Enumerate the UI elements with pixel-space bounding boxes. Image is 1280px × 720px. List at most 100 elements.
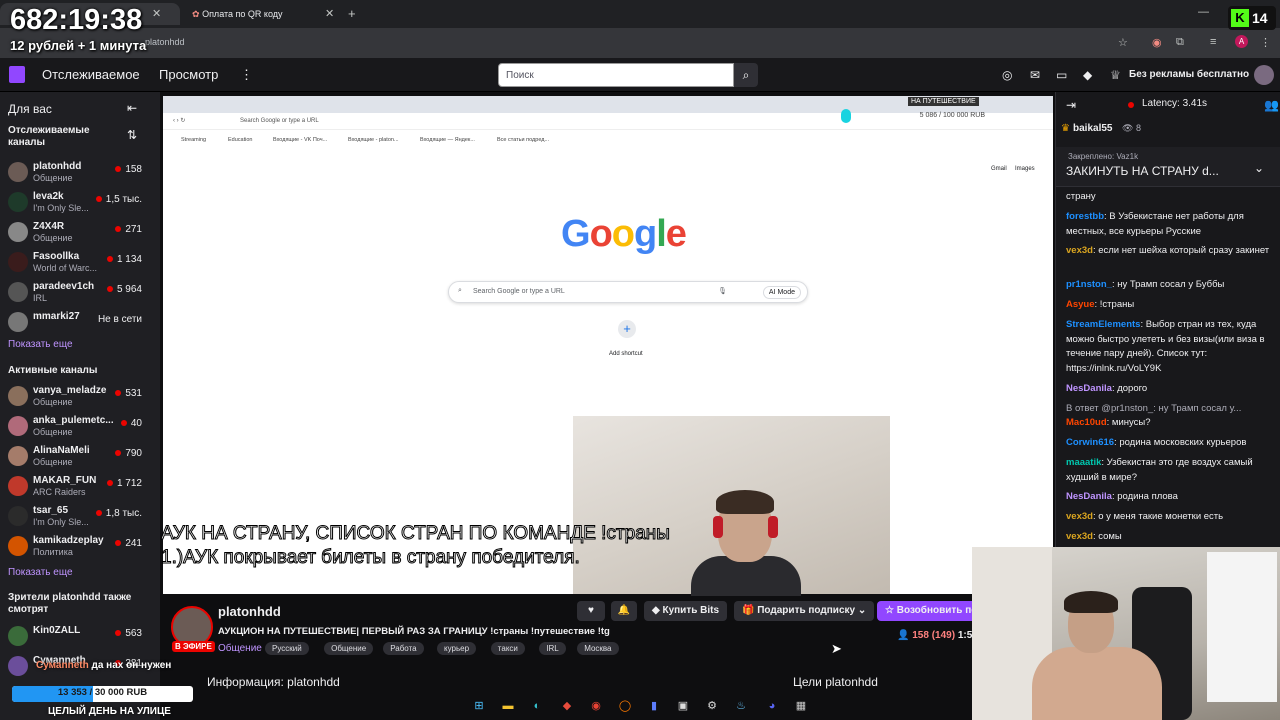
pinned-message[interactable]: Закреплено: Vaz1k ЗАКИНУТЬ НА СТРАНУ d..…: [1056, 147, 1280, 187]
menu-kebab-icon[interactable]: ⋮: [1260, 36, 1271, 49]
media-icon[interactable]: ≡: [1210, 36, 1216, 48]
obs-icon[interactable]: ▣: [674, 697, 692, 715]
stream-tag[interactable]: Москва: [577, 642, 619, 655]
user-avatar[interactable]: [1254, 65, 1274, 85]
sort-icon[interactable]: ⇅: [127, 128, 137, 142]
collapse-sidebar-icon[interactable]: ⇤: [127, 101, 137, 115]
chat-message[interactable]: forestbb: В Узбекистане нет работы для м…: [1066, 210, 1276, 239]
new-tab-icon[interactable]: +: [348, 6, 356, 21]
browser-address-bar[interactable]: platonhdd ☆ ◉ ⧉ ≡ A ⋮: [0, 28, 1280, 58]
sidebar-channel[interactable]: kamikadzeplay Политика 241: [0, 532, 150, 562]
windows-start-icon[interactable]: ⊞: [470, 697, 488, 715]
chat-message[interactable]: В ответ @pr1nston_: ну Трамп сосал у...: [1066, 402, 1276, 417]
drops-icon[interactable]: ◎: [1002, 68, 1012, 82]
bookmark-star-icon[interactable]: ☆: [1118, 36, 1128, 49]
sidebar-channel[interactable]: anka_pulemetc... Общение 40: [0, 412, 150, 442]
chat-message[interactable]: vex3d: сомы: [1066, 530, 1276, 545]
users-icon[interactable]: 👥: [1264, 98, 1279, 112]
chat-message[interactable]: pr1nston_: ну Трамп сосал у Буббы: [1066, 278, 1276, 293]
chat-message[interactable]: NesDanila: дорого: [1066, 382, 1276, 397]
chat-message[interactable]: vex3d: о у меня такие монетки есть: [1066, 510, 1276, 525]
chat-message[interactable]: maaatik: Узбекистан это где воздух самый…: [1066, 456, 1276, 485]
sidebar-channel[interactable]: platonhdd Общение 158: [0, 158, 150, 188]
stream-tag[interactable]: IRL: [539, 642, 566, 655]
chat-username[interactable]: forestbb: [1066, 211, 1104, 222]
chat-message[interactable]: NesDanila: родина плова: [1066, 490, 1276, 505]
extensions-puzzle-icon[interactable]: ⧉: [1176, 36, 1184, 49]
minimize-icon[interactable]: —: [1198, 6, 1209, 18]
profile-avatar[interactable]: A: [1235, 35, 1248, 48]
stream-tag[interactable]: Русский: [265, 642, 309, 655]
stream-tag[interactable]: курьер: [437, 642, 477, 655]
turbo-button[interactable]: Без рекламы бесплатно: [1129, 69, 1249, 80]
chat-username[interactable]: StreamElements: [1066, 319, 1140, 330]
nav-browse[interactable]: Просмотр: [159, 67, 218, 82]
sidebar-channel[interactable]: leva2k I'm Only Sle... 1,5 тыс.: [0, 188, 150, 218]
chat-message[interactable]: StreamElements: Выбор стран из тех, куда…: [1066, 318, 1276, 376]
chat-message[interactable]: Mac10ud: минусы?: [1066, 416, 1276, 431]
extension-icon[interactable]: ◉: [1152, 36, 1162, 49]
close-tab-icon[interactable]: ✕: [325, 7, 334, 20]
collapse-chat-icon[interactable]: ⇥: [1066, 98, 1076, 112]
sidebar-channel[interactable]: Kin0ZALL 563: [0, 622, 150, 652]
channel-name[interactable]: platonhdd: [218, 604, 281, 619]
sidebar-channel[interactable]: vanya_meladze Общение 531: [0, 382, 150, 412]
app2-icon[interactable]: ◯: [616, 697, 634, 715]
chat-username[interactable]: vex3d: [1066, 245, 1093, 256]
chat-message[interactable]: Asyue: !страны: [1066, 298, 1276, 313]
edge-icon[interactable]: ◐: [528, 697, 546, 715]
nav-following[interactable]: Отслеживаемое: [42, 67, 140, 82]
chrome-icon[interactable]: ◉: [587, 697, 605, 715]
more-menu-icon[interactable]: ⋮: [240, 67, 253, 83]
video-player[interactable]: ‹ › ↻ Search Google or type a URL Stream…: [161, 96, 1053, 596]
chat-username[interactable]: Mac10ud: [1066, 417, 1107, 428]
sidebar-channel[interactable]: Fasoollka World of Warc... 1 134: [0, 248, 150, 278]
stream-tag[interactable]: Общение: [324, 642, 374, 655]
chat-username[interactable]: maaatik: [1066, 457, 1101, 468]
browser-tab-qr[interactable]: ✿ Оплата по QR коду: [182, 3, 342, 25]
chart-app-icon[interactable]: ▮: [645, 697, 663, 715]
buy-bits-button[interactable]: ◆ Купить Bits: [644, 601, 728, 621]
chat-username[interactable]: pr1nston_: [1066, 279, 1112, 290]
sidebar-channel[interactable]: tsar_65 I'm Only Sle... 1,8 тыс.: [0, 502, 150, 532]
inbox-icon[interactable]: ✉: [1030, 68, 1040, 82]
prime-icon[interactable]: ♕: [1110, 68, 1121, 82]
show-more-active[interactable]: Показать еще: [8, 567, 73, 578]
bits-icon[interactable]: ◆: [1083, 68, 1092, 82]
chat-message[interactable]: страну: [1066, 190, 1276, 205]
search-input[interactable]: Поиск: [498, 63, 734, 87]
calculator-icon[interactable]: ▦: [792, 697, 810, 715]
search-icon[interactable]: ⌕: [734, 63, 758, 87]
steam-icon[interactable]: ♨: [732, 697, 750, 715]
stream-category[interactable]: Общение: [218, 643, 262, 654]
sidebar-channel[interactable]: AlinaNaMeli Общение 790: [0, 442, 150, 472]
chat-message[interactable]: vex3d: если нет шейха который сразу заки…: [1066, 244, 1276, 259]
resubscribe-button[interactable]: ☆ Возобновить по: [877, 601, 986, 621]
sidebar-channel[interactable]: Z4X4R Общение 271: [0, 218, 150, 248]
close-tab-icon[interactable]: ✕: [152, 7, 161, 20]
settings-icon[interactable]: ⚙: [703, 697, 721, 715]
file-explorer-icon[interactable]: ▬: [499, 697, 517, 715]
chat-message[interactable]: Corwin616: родина московских курьеров: [1066, 436, 1276, 451]
chat-username[interactable]: NesDanila: [1066, 383, 1112, 394]
sidebar-channel[interactable]: paradeev1ch IRL 5 964: [0, 278, 150, 308]
app-icon[interactable]: ◆: [558, 697, 576, 715]
show-more-followed[interactable]: Показать еще: [8, 339, 73, 350]
gift-sub-button[interactable]: 🎁 Подарить подписку ⌄: [734, 601, 875, 621]
stream-tag[interactable]: такси: [490, 642, 525, 655]
chat-username[interactable]: vex3d: [1066, 531, 1093, 542]
chat-username[interactable]: Corwin616: [1066, 437, 1114, 448]
whispers-icon[interactable]: ▭: [1056, 68, 1067, 82]
chat-username[interactable]: Asyue: [1066, 299, 1095, 310]
url-text[interactable]: platonhdd: [145, 37, 185, 47]
top-chatter[interactable]: baikal55: [1073, 123, 1112, 134]
follow-heart-icon[interactable]: ♥: [577, 601, 605, 621]
sidebar-channel[interactable]: mmarki27 Не в сети: [0, 308, 150, 338]
sidebar-channel[interactable]: MAKAR_FUN ARC Raiders 1 712: [0, 472, 150, 502]
chat-username[interactable]: NesDanila: [1066, 491, 1112, 502]
chat-username[interactable]: vex3d: [1066, 511, 1093, 522]
discord-icon[interactable]: ◕: [763, 697, 781, 715]
twitch-logo-icon[interactable]: [9, 66, 25, 83]
notification-bell-icon[interactable]: 🔔: [611, 601, 637, 621]
chevron-down-icon[interactable]: ⌄: [1254, 161, 1264, 175]
